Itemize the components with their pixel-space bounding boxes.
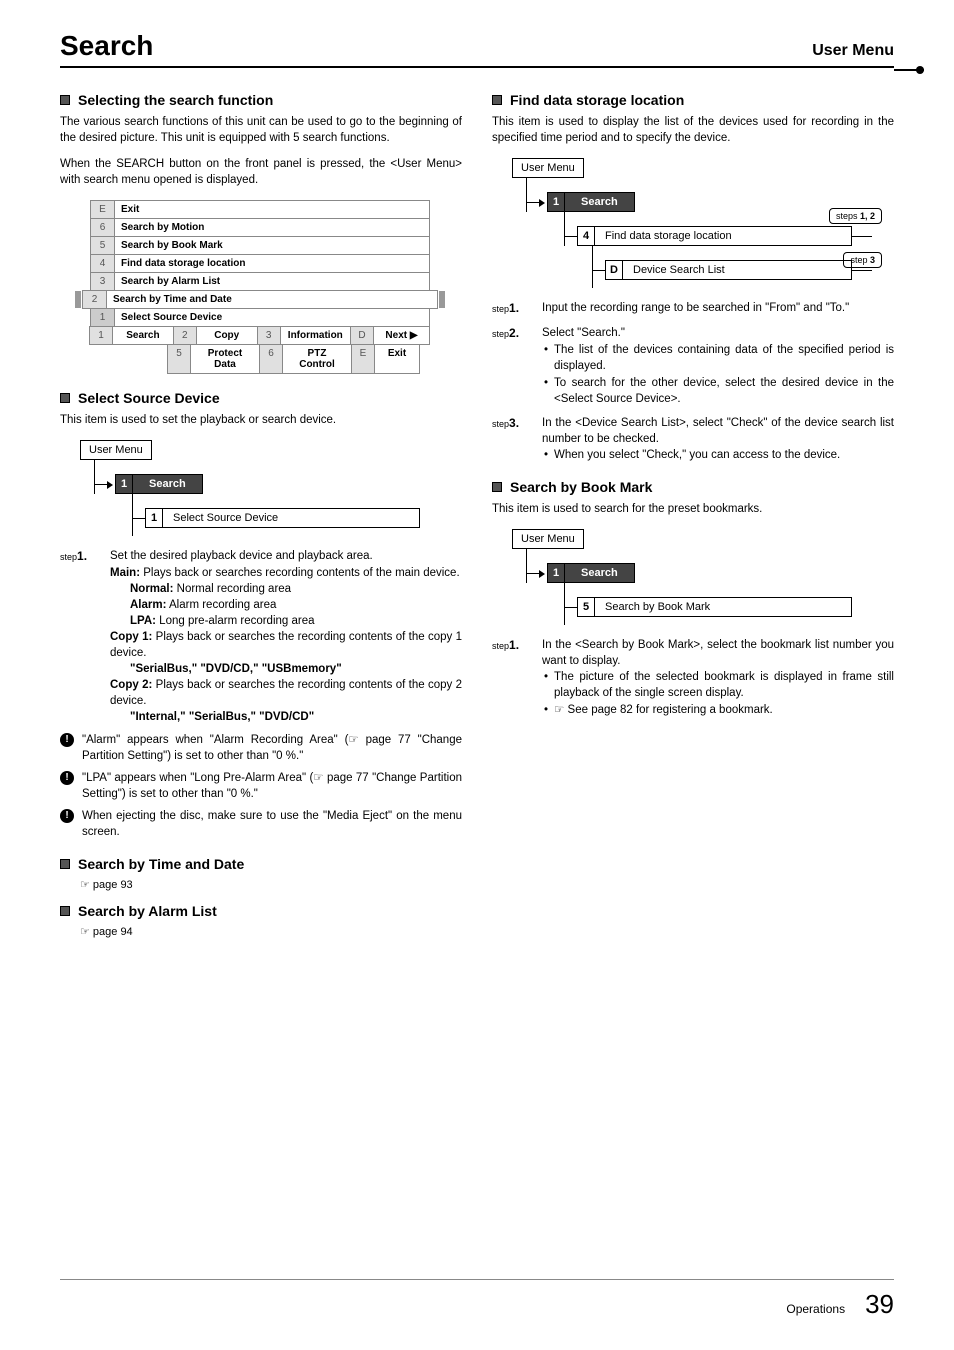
footer-section: Operations [786,1302,845,1316]
bullet-icon [60,95,70,105]
ref-page-94: ☞ page 94 [80,925,462,940]
menu-row: 1Select Source Device [90,308,430,327]
find-step-2: step2. Select "Search." [492,325,894,342]
nav-tree-find-storage: User Menu 1 Search 4 Find data [512,158,872,288]
find-data-intro: This item is used to display the list of… [492,114,894,146]
heading-select-source-device: Select Source Device [60,390,462,406]
menu-row: 2Search by Time and Date [82,290,438,309]
list-item: •To search for the other device, select … [544,375,894,407]
bullet-icon [492,482,502,492]
select-source-intro: This item is used to set the playback or… [60,412,462,428]
page-footer: Operations 39 [786,1289,894,1320]
list-item: •The picture of the selected bookmark is… [544,669,894,701]
ref-page-93: ☞ page 93 [80,878,462,893]
heading-search-alarm-list: Search by Alarm List [60,903,462,919]
bullet-icon [492,95,502,105]
heading-find-data-storage: Find data storage location [492,92,894,108]
nav-tree-select-source: User Menu 1 Search 1 Select Sou [80,440,420,536]
menu-row: 3Search by Alarm List [90,272,430,291]
nav-tree-bookmark: User Menu 1 Search 5 Search by [512,529,852,625]
note-lpa: !"LPA" appears when "Long Pre-Alarm Area… [60,770,462,802]
heading-search-bookmark: Search by Book Mark [492,479,894,495]
intro-paragraph-1: The various search functions of this uni… [60,114,462,146]
list-item: •The list of the devices containing data… [544,342,894,374]
menu-row: 5Search by Book Mark [90,236,430,255]
header-ornament [894,69,924,71]
annotation-step-3: step 3 [843,252,882,268]
search-menu-diagram: EExit 6Search by Motion 5Search by Book … [90,200,430,374]
menu-row: 4Find data storage location [90,254,430,273]
menu-row: EExit [90,200,430,219]
page-number: 39 [865,1289,894,1320]
nav-root: User Menu [512,158,584,178]
note-alarm: !"Alarm" appears when "Alarm Recording A… [60,732,462,764]
right-column: Find data storage location This item is … [492,92,894,941]
left-column: Selecting the search function The variou… [60,92,462,941]
find-step-3: step3. In the <Device Search List>, sele… [492,415,894,447]
bookmark-step-1: step1. In the <Search by Book Mark>, sel… [492,637,894,669]
warning-icon: ! [60,733,74,747]
bullet-icon [60,906,70,916]
annotation-steps-1-2: steps 1, 2 [829,208,882,224]
menu-row: 6Search by Motion [90,218,430,237]
list-item: •When you select "Check," you can access… [544,447,894,463]
page-header: Search User Menu [60,30,894,68]
note-eject: !When ejecting the disc, make sure to us… [60,808,462,840]
step-1: step1. Set the desired playback device a… [60,548,462,725]
heading-search-time-date: Search by Time and Date [60,856,462,872]
bullet-icon [60,859,70,869]
bullet-icon [60,393,70,403]
section-title: User Menu [812,42,894,60]
nav-root: User Menu [80,440,152,460]
nav-root: User Menu [512,529,584,549]
menu-bottom-row: 5Protect Data 6PTZ Control EExit [168,344,430,374]
intro-paragraph-2: When the SEARCH button on the front pane… [60,156,462,188]
page-title: Search [60,30,153,62]
warning-icon: ! [60,809,74,823]
list-item: •☞ See page 82 for registering a bookmar… [544,702,894,718]
find-step-1: step1. Input the recording range to be s… [492,300,894,317]
footer-rule [60,1279,894,1280]
menu-bottom-row: 1Search 2Copy 3Information DNext ▶ [90,326,430,345]
heading-selecting-search-function: Selecting the search function [60,92,462,108]
warning-icon: ! [60,771,74,785]
bookmark-intro: This item is used to search for the pres… [492,501,894,517]
